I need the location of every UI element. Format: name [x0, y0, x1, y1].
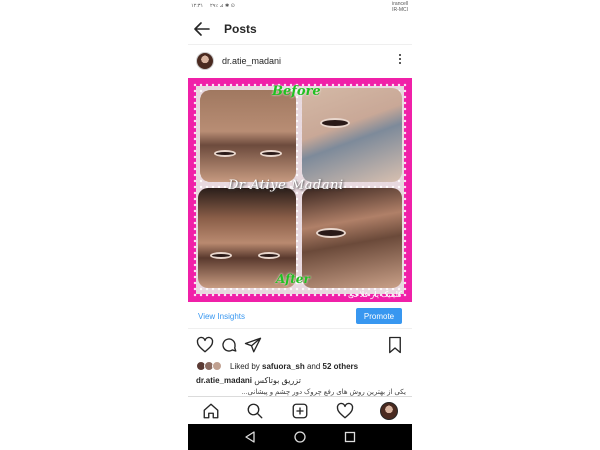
profile-avatar-icon[interactable]	[380, 402, 398, 420]
activity-heart-icon[interactable]	[336, 402, 354, 420]
promote-button[interactable]: Promote	[356, 308, 402, 324]
caption-second-line[interactable]: یکی از بهترین روش های رفع چروک دور چشم و…	[196, 388, 406, 396]
bottom-nav	[188, 396, 412, 425]
likes-user[interactable]: safuora_sh	[262, 362, 305, 371]
likes-middle: and	[304, 362, 323, 371]
android-nav-bar	[188, 424, 412, 450]
likes-others[interactable]: 52 others	[323, 362, 359, 371]
likes-prefix: Liked by	[230, 362, 263, 371]
carrier-info: irancell IR-MCI	[392, 1, 408, 13]
share-icon[interactable]	[244, 336, 262, 354]
caption-username[interactable]: dr.atie_madani	[196, 376, 252, 385]
eye-shape	[258, 252, 280, 259]
label-before: Before	[272, 84, 321, 99]
photo-before-eye	[302, 88, 402, 182]
post-header: dr.atie_madani	[188, 50, 412, 72]
recents-square-icon[interactable]	[343, 430, 357, 444]
caption: dr.atie_madani تزریق بوتاکس	[196, 375, 406, 386]
search-icon[interactable]	[246, 402, 264, 420]
photo-after-eye	[302, 188, 402, 288]
insights-row: View Insights Promote	[188, 306, 412, 329]
caption-text: تزریق بوتاکس	[254, 376, 301, 385]
back-arrow-icon[interactable]	[194, 22, 210, 36]
eye-shape	[320, 118, 350, 128]
status-bar: ۱۲:۳۱ ۲۹٪ ⊿ ✱ ⊙ irancell IR-MCI	[188, 0, 412, 14]
home-circle-icon[interactable]	[293, 430, 307, 444]
likes-text: Liked by safuora_sh and 52 others	[230, 362, 358, 371]
watermark-text: Dr Atiye Madani	[228, 178, 344, 193]
top-header: Posts	[188, 16, 412, 45]
clinic-watermark: کلینیک یار فلاحی	[347, 290, 402, 299]
home-icon[interactable]	[202, 402, 220, 420]
page-title: Posts	[224, 22, 257, 36]
view-insights-link[interactable]: View Insights	[198, 312, 245, 321]
eye-shape	[260, 150, 282, 157]
bookmark-icon[interactable]	[386, 336, 404, 354]
photo-before-forehead	[200, 90, 296, 182]
status-indicators: ۲۹٪ ⊿ ✱ ⊙	[210, 3, 235, 9]
label-after: After	[276, 272, 310, 286]
post-username[interactable]: dr.atie_madani	[222, 56, 281, 66]
likes-row[interactable]: Liked by safuora_sh and 52 others	[196, 360, 410, 374]
eye-shape	[210, 252, 232, 259]
add-post-icon[interactable]	[291, 402, 309, 420]
carrier-line-2: IR-MCI	[392, 7, 408, 13]
comment-icon[interactable]	[220, 336, 238, 354]
avatar[interactable]	[196, 52, 214, 70]
action-bar	[188, 334, 412, 358]
heart-icon[interactable]	[196, 336, 214, 354]
liker-avatar	[212, 361, 222, 371]
post-image[interactable]: Before Dr Atiye Madani After کلینیک یار …	[188, 78, 412, 302]
eye-shape	[214, 150, 236, 157]
status-time: ۱۲:۳۱	[191, 3, 204, 9]
more-options-icon[interactable]	[398, 54, 402, 68]
eye-shape	[316, 228, 346, 238]
back-triangle-icon[interactable]	[243, 430, 257, 444]
phone-screen: ۱۲:۳۱ ۲۹٪ ⊿ ✱ ⊙ irancell IR-MCI Posts dr…	[188, 0, 412, 450]
